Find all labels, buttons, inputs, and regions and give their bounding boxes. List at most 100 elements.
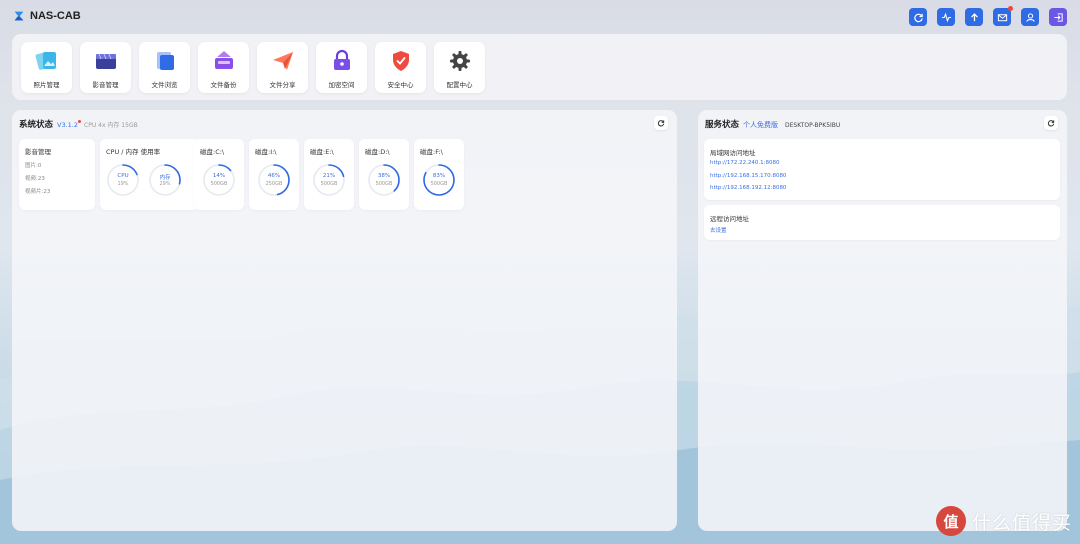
version-link[interactable]: V3.1.2 (57, 120, 82, 129)
card-title: 影音管理 (25, 148, 51, 156)
app-security[interactable]: 安全中心 (375, 42, 426, 93)
refresh-button[interactable] (909, 8, 927, 26)
usage-card[interactable]: CPU / 内存 使用率 CPU 19% 内存 29% (100, 139, 200, 210)
stat-line: 视频:23 (25, 176, 45, 182)
disk-title: 磁盘:C:\ (200, 148, 225, 156)
memory-gauge: 内存 29% (148, 163, 182, 197)
disk-percent: 38% (377, 173, 391, 179)
edition-link[interactable]: 个人免费版 (743, 120, 778, 130)
service-status-panel: 服务状态 个人免费版 DESKTOP-BPK5IBU 局域网访问地址 http:… (698, 110, 1067, 531)
top-bar: NAS-CAB (0, 0, 1080, 34)
remote-address-card: 远程访问地址 去设置 (704, 205, 1060, 240)
remote-title: 远程访问地址 (710, 215, 749, 223)
media-icon (96, 53, 116, 69)
refresh-icon (913, 13, 923, 22)
disk-gauge: 21% 500GB (312, 163, 346, 197)
logo-icon (14, 11, 24, 21)
gauge-label: 内存 (159, 175, 171, 181)
shield-icon (393, 51, 409, 71)
lan-link[interactable]: http://192.168.192.12:8080 (710, 185, 786, 191)
app-label: 影音管理 (92, 81, 119, 89)
activity-icon (941, 12, 951, 22)
card-title: CPU / 内存 使用率 (106, 148, 161, 156)
app-label: 照片管理 (33, 81, 60, 89)
app-share[interactable]: 文件分享 (257, 42, 308, 93)
disk-title: 磁盘:E:\ (310, 148, 334, 156)
app-media[interactable]: 影音管理 (80, 42, 131, 93)
share-icon (273, 52, 293, 70)
system-status-panel: 系统状态 V3.1.2 CPU 4x 内存 15GB 影音管理 图片:0 视频:… (12, 110, 677, 531)
notification-dot (1008, 6, 1013, 11)
gauge-value: 19% (117, 181, 129, 187)
stat-line: 视频片:23 (25, 189, 51, 195)
app-backup[interactable]: 文件备份 (198, 42, 249, 93)
app-photos[interactable]: 照片管理 (21, 42, 72, 93)
monitor-button[interactable] (937, 8, 955, 26)
panel-title: 系统状态 (19, 120, 54, 130)
lan-link[interactable]: http://172.22.240.1:8080 (710, 160, 779, 166)
lock-icon (334, 49, 350, 70)
disk-card-i[interactable]: 磁盘:I:\ 46% 250GB (249, 139, 299, 210)
system-refresh-button[interactable] (654, 116, 668, 130)
disk-title: 磁盘:F:\ (420, 148, 443, 156)
gauge-value: 29% (159, 181, 171, 187)
disk-title: 磁盘:I:\ (255, 148, 277, 156)
disk-card-c[interactable]: 磁盘:C:\ 14% 500GB (194, 139, 244, 210)
backup-icon (215, 51, 233, 69)
service-status-header: 服务状态 个人免费版 DESKTOP-BPK5IBU (705, 118, 840, 130)
logout-button[interactable] (1049, 8, 1067, 26)
disk-card-d[interactable]: 磁盘:D:\ 38% 500GB (359, 139, 409, 210)
media-stats-card[interactable]: 影音管理 图片:0 视频:23 视频片:23 (19, 139, 95, 210)
app-label: 文件浏览 (151, 81, 178, 89)
disk-percent: 14% (212, 173, 226, 179)
host-name: DESKTOP-BPK5IBU (785, 122, 841, 129)
disk-card-e[interactable]: 磁盘:E:\ 21% 500GB (304, 139, 354, 210)
brand-name: NAS-CAB (30, 10, 81, 22)
app-settings[interactable]: 配置中心 (434, 42, 485, 93)
service-refresh-button[interactable] (1044, 116, 1058, 130)
lan-link[interactable]: http://192.168.15.170:8080 (710, 173, 786, 179)
disk-gauge: 46% 250GB (257, 163, 291, 197)
disk-size: 500GB (375, 181, 393, 187)
user-icon (1025, 12, 1035, 22)
mail-button[interactable] (993, 6, 1013, 26)
user-button[interactable] (1021, 8, 1039, 26)
lan-address-card: 局域网访问地址 http://172.22.240.1:8080 http://… (704, 139, 1060, 200)
disk-percent: 21% (322, 173, 336, 179)
files-icon (157, 52, 174, 70)
hardware-spec: CPU 4x 内存 15GB (84, 122, 138, 129)
mail-icon (997, 13, 1007, 21)
refresh-icon (1047, 120, 1055, 127)
update-dot (78, 120, 82, 123)
disk-size: 500GB (210, 181, 228, 187)
refresh-icon (657, 120, 665, 127)
photos-icon (35, 51, 56, 70)
watermark-text: 什么值得买 (971, 511, 1072, 534)
app-label: 文件分享 (269, 81, 296, 89)
gear-icon (450, 51, 470, 71)
upload-icon (970, 12, 978, 21)
disk-gauge: 83% 500GB (422, 163, 456, 197)
gauge-label: CPU (117, 173, 129, 179)
app-label: 安全中心 (387, 81, 414, 89)
disk-gauge: 38% 500GB (367, 163, 401, 197)
logout-icon (1053, 12, 1063, 22)
cpu-gauge: CPU 19% (106, 163, 140, 197)
brand[interactable]: NAS-CAB (12, 9, 81, 23)
app-label: 加密空间 (328, 81, 355, 89)
disk-card-f[interactable]: 磁盘:F:\ 83% 500GB (414, 139, 464, 210)
disk-gauge: 14% 500GB (202, 163, 236, 197)
upload-button[interactable] (965, 8, 983, 26)
disk-size: 500GB (320, 181, 338, 187)
disk-size: 500GB (430, 181, 448, 187)
disk-percent: 46% (267, 173, 281, 179)
app-label: 配置中心 (446, 81, 473, 89)
app-vault[interactable]: 加密空间 (316, 42, 367, 93)
app-files[interactable]: 文件浏览 (139, 42, 190, 93)
system-status-header: 系统状态 V3.1.2 CPU 4x 内存 15GB (19, 118, 138, 130)
version-text: V3.1.2 (57, 121, 79, 129)
lan-title: 局域网访问地址 (710, 149, 756, 157)
disk-size: 250GB (265, 181, 283, 187)
remote-setup-link[interactable]: 去设置 (710, 226, 727, 234)
app-launcher: 照片管理 影音管理 文件浏览 文件备份 文件分享 加密空间 安全中心 配置中心 (12, 34, 1067, 100)
